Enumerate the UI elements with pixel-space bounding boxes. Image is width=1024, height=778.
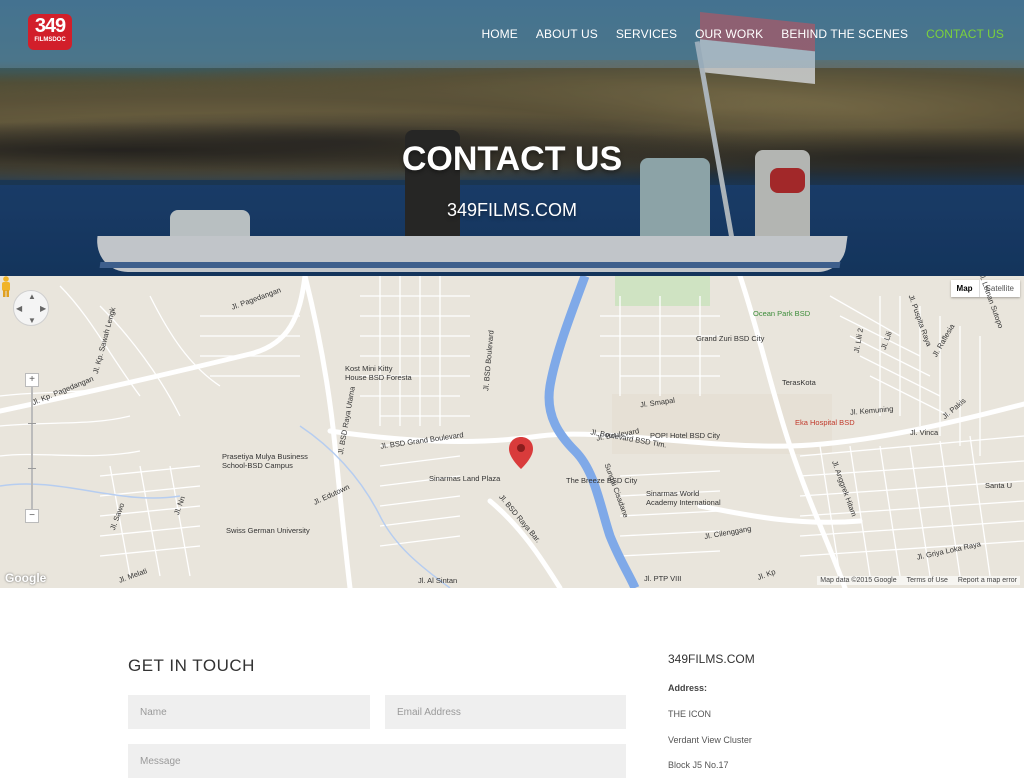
zoom-slider-mark xyxy=(28,468,36,469)
nav-behind-the-scenes[interactable]: BEHIND THE SCENES xyxy=(781,27,908,41)
map-label: Santa U xyxy=(985,481,1013,490)
map-park xyxy=(615,276,710,306)
pan-up-icon[interactable]: ▲ xyxy=(28,292,36,301)
pan-left-icon[interactable]: ◀ xyxy=(16,304,22,313)
address-line-2: Verdant View Cluster xyxy=(668,735,752,745)
map-label: POP! Hotel BSD City xyxy=(650,431,721,440)
map-label: Jl. Al Sintan xyxy=(418,576,458,585)
name-field[interactable] xyxy=(128,695,370,729)
location-pin-icon[interactable] xyxy=(509,437,533,469)
pegman-icon[interactable] xyxy=(0,276,12,298)
hero-banner: 349 FILMSDOC HOME ABOUT US SERVICES OUR … xyxy=(0,0,1024,276)
logo-number: 349 xyxy=(34,15,66,37)
address-label: Address: xyxy=(668,683,708,693)
address-line-3: Block J5 No.17 xyxy=(668,760,729,770)
zoom-out-button[interactable]: − xyxy=(25,509,39,523)
nav-about-us[interactable]: ABOUT US xyxy=(536,27,598,41)
main-nav: HOME ABOUT US SERVICES OUR WORK BEHIND T… xyxy=(481,27,1004,41)
nav-contact-us[interactable]: CONTACT US xyxy=(926,27,1004,41)
pan-right-icon[interactable]: ▶ xyxy=(40,304,46,313)
map-canvas xyxy=(0,276,1024,588)
map-label: Jl. PTP VIII xyxy=(644,574,682,583)
report-map-error-link[interactable]: Report a map error xyxy=(958,577,1017,584)
map-stream xyxy=(299,425,451,588)
navbar: 349 FILMSDOC HOME ABOUT US SERVICES OUR … xyxy=(0,0,1024,68)
contact-form-heading: GET IN TOUCH xyxy=(128,656,255,675)
map-label: Kost Mini Kitty House BSD Foresta xyxy=(345,364,412,382)
map-label: Grand Zuri BSD City xyxy=(696,334,765,343)
map-data-credit: Map data ©2015 Google xyxy=(820,577,897,584)
map-label: Eka Hospital BSD xyxy=(795,418,855,427)
pan-control[interactable]: ▲ ▼ ◀ ▶ xyxy=(13,290,49,326)
brand-logo[interactable]: 349 FILMSDOC xyxy=(28,14,72,50)
email-field[interactable] xyxy=(385,695,626,729)
map-type-map[interactable]: Map xyxy=(951,280,979,297)
contact-site-name: 349FILMS.COM xyxy=(668,652,755,666)
map-label: Jl. Vinca xyxy=(910,428,939,437)
terms-of-use-link[interactable]: Terms of Use xyxy=(907,577,948,584)
page-subtitle: 349FILMS.COM xyxy=(446,200,578,220)
map-label: Ocean Park BSD xyxy=(753,309,811,318)
address-line-1: THE ICON xyxy=(668,709,712,719)
map-footer: Map data ©2015 Google Terms of Use Repor… xyxy=(817,576,1020,585)
logo-subtext: FILMSDOC xyxy=(34,37,66,43)
contact-section xyxy=(0,588,1024,768)
page-title: CONTACT US xyxy=(401,140,623,178)
zoom-slider-handle[interactable] xyxy=(28,423,36,424)
pan-down-icon[interactable]: ▼ xyxy=(28,316,36,325)
message-field[interactable] xyxy=(128,744,626,778)
nav-home[interactable]: HOME xyxy=(481,27,517,41)
google-logo: Google xyxy=(5,571,47,585)
map-label: Sinarmas Land Plaza xyxy=(429,474,501,483)
zoom-in-button[interactable]: + xyxy=(25,373,39,387)
map-label: Sinarmas World Academy International xyxy=(646,489,721,507)
map-label: Swiss German University xyxy=(226,526,310,535)
nav-services[interactable]: SERVICES xyxy=(616,27,677,41)
nav-our-work[interactable]: OUR WORK xyxy=(695,27,763,41)
map-label: TerasKota xyxy=(782,378,816,387)
map-label: The Breeze BSD City xyxy=(566,476,638,485)
map-label: Prasetiya Mulya Business School-BSD Camp… xyxy=(222,452,308,470)
location-map[interactable]: Map Satellite ▲ ▼ ◀ ▶ + − Jl. Pagedangan… xyxy=(0,276,1024,588)
map-streets xyxy=(0,276,1024,577)
